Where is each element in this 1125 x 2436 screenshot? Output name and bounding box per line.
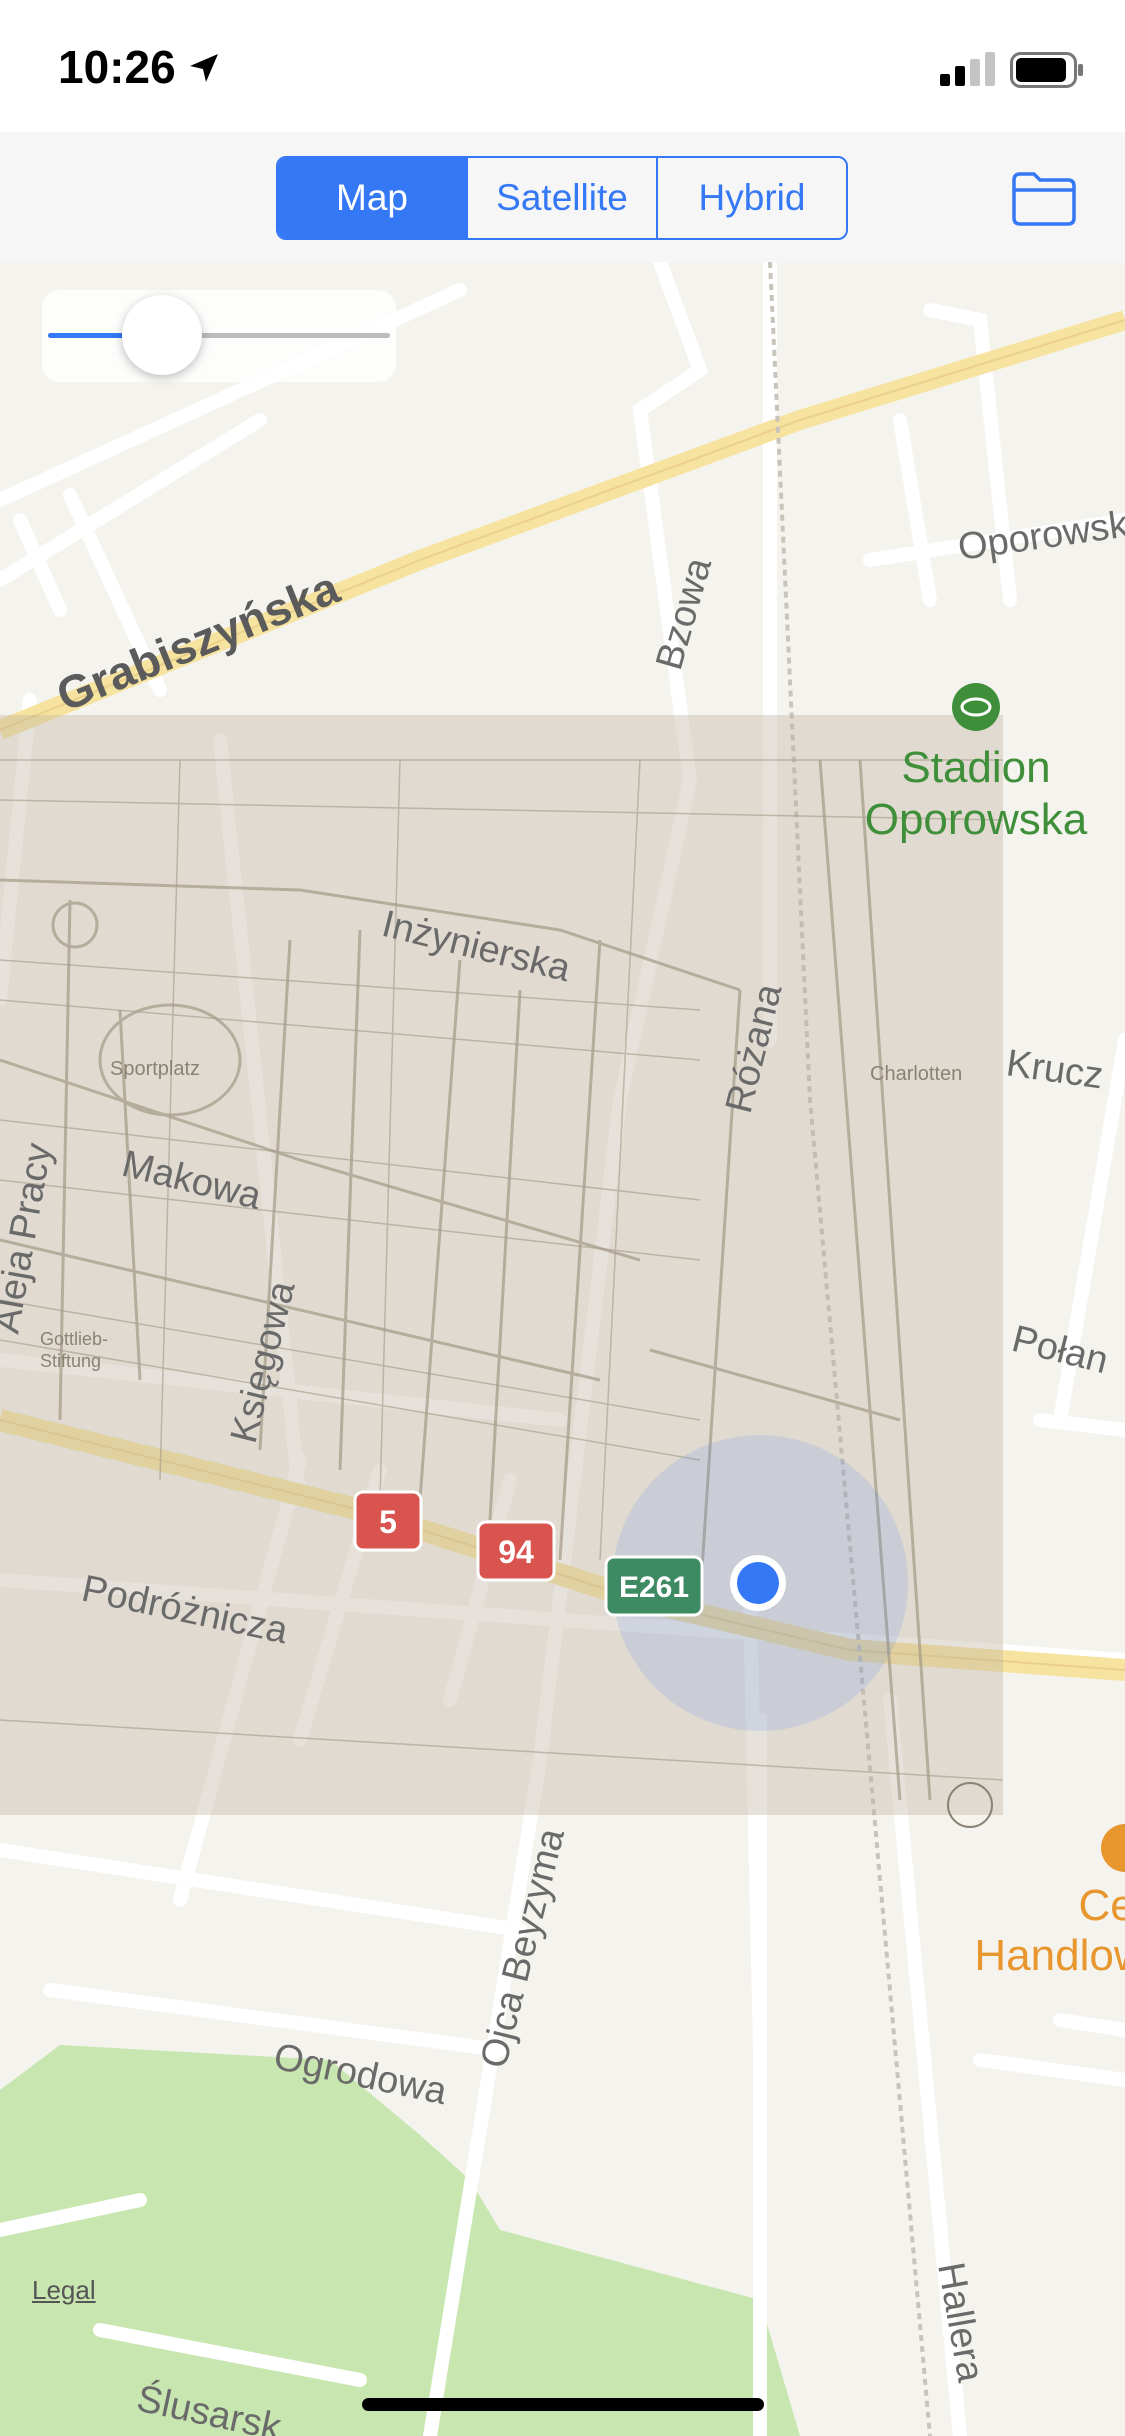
segment-map[interactable]: Map <box>278 158 468 238</box>
route-5-label: 5 <box>379 1504 397 1540</box>
overlay-label-stiftung: Stiftung <box>40 1351 101 1371</box>
route-shield-94: 94 <box>476 1520 556 1582</box>
poi-label-handlowe: Handlow <box>974 1931 1125 1980</box>
overlay-label-sportplatz: Sportplatz <box>110 1058 200 1080</box>
poi-label-stadion: Stadion <box>901 743 1050 792</box>
route-shield-e261: E261 <box>604 1555 704 1617</box>
route-shield-5: 5 <box>353 1490 423 1552</box>
route-94-label: 94 <box>498 1534 534 1570</box>
segment-satellite[interactable]: Satellite <box>468 158 658 238</box>
poi-label-oporowska: Oporowska <box>865 795 1088 844</box>
overlay-label-gottlieb: Gottlieb- <box>40 1329 108 1349</box>
poi-label-centrum: Cent <box>1079 1881 1125 1930</box>
segment-hybrid[interactable]: Hybrid <box>658 158 846 238</box>
map-view[interactable]: Sportplatz Gottlieb- Stiftung Charlotten… <box>0 262 1125 2436</box>
location-arrow-icon <box>190 54 218 82</box>
folder-icon[interactable] <box>1010 168 1078 228</box>
map-type-segmented-control: Map Satellite Hybrid <box>276 156 848 240</box>
overlay-label-charlotten: Charlotten <box>870 1063 962 1085</box>
status-bar: 10:26 <box>0 0 1125 132</box>
home-indicator[interactable] <box>362 2398 764 2411</box>
battery-icon <box>1010 52 1083 88</box>
cellular-signal-icon <box>940 52 995 86</box>
overlay-opacity-slider-thumb[interactable] <box>122 295 202 375</box>
legal-link[interactable]: Legal <box>32 2275 96 2306</box>
map-canvas: Sportplatz Gottlieb- Stiftung Charlotten… <box>0 262 1125 2436</box>
status-time: 10:26 <box>58 41 176 93</box>
route-e261-label: E261 <box>619 1571 689 1604</box>
